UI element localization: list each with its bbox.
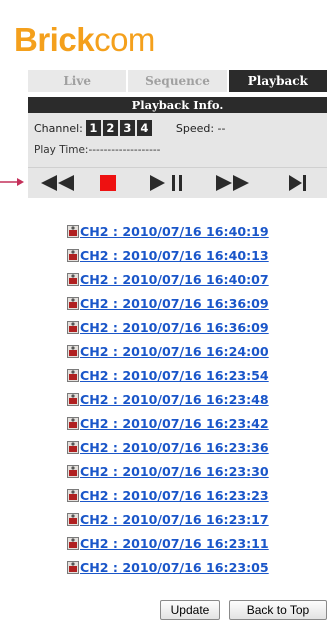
video-file-icon xyxy=(67,464,79,478)
video-file-icon xyxy=(67,440,79,454)
video-file-icon xyxy=(67,224,79,238)
video-file-icon xyxy=(67,536,79,550)
recording-link[interactable]: CH2 : 2010/07/16 16:23:11 xyxy=(80,536,269,551)
channel-1-button[interactable]: 1 xyxy=(85,120,101,136)
list-item: CH2 : 2010/07/16 16:23:42 xyxy=(67,414,269,432)
video-file-icon xyxy=(67,344,79,358)
list-item: CH2 : 2010/07/16 16:23:36 xyxy=(67,438,269,456)
logo-part-bold: Brick xyxy=(14,21,95,58)
list-item: CH2 : 2010/07/16 16:23:54 xyxy=(67,366,269,384)
video-file-icon xyxy=(67,560,79,574)
fast-forward-icon xyxy=(216,175,249,191)
list-item: CH2 : 2010/07/16 16:40:07 xyxy=(67,270,269,288)
channel-row: Channel: 1 2 3 4 Speed: -- xyxy=(34,118,226,138)
list-item: CH2 : 2010/07/16 16:23:48 xyxy=(67,390,269,408)
tab-playback[interactable]: Playback xyxy=(228,70,327,92)
recording-link[interactable]: CH2 : 2010/07/16 16:40:13 xyxy=(80,248,269,263)
update-button[interactable]: Update xyxy=(160,600,220,620)
list-item: CH2 : 2010/07/16 16:23:05 xyxy=(67,558,269,576)
list-item: CH2 : 2010/07/16 16:23:11 xyxy=(67,534,269,552)
list-item: CH2 : 2010/07/16 16:36:09 xyxy=(67,318,269,336)
recording-link[interactable]: CH2 : 2010/07/16 16:23:48 xyxy=(80,392,269,407)
video-file-icon xyxy=(67,272,79,286)
video-file-icon xyxy=(67,296,79,310)
recording-link[interactable]: CH2 : 2010/07/16 16:23:30 xyxy=(80,464,269,479)
list-item: CH2 : 2010/07/16 16:24:00 xyxy=(67,342,269,360)
play-pause-button[interactable] xyxy=(146,168,190,198)
list-item: CH2 : 2010/07/16 16:23:17 xyxy=(67,510,269,528)
recording-link[interactable]: CH2 : 2010/07/16 16:40:19 xyxy=(80,224,269,239)
playback-controls xyxy=(28,167,327,198)
speed-readout: Speed: -- xyxy=(175,121,226,135)
recording-link[interactable]: CH2 : 2010/07/16 16:23:36 xyxy=(80,440,269,455)
channel-2-button[interactable]: 2 xyxy=(102,120,118,136)
tab-live[interactable]: Live xyxy=(28,70,129,92)
playback-info-panel: Channel: 1 2 3 4 Speed: -- Play Time:---… xyxy=(28,113,327,167)
play-time-readout: Play Time:------------------- xyxy=(34,144,161,156)
video-file-icon xyxy=(67,320,79,334)
video-file-icon xyxy=(67,512,79,526)
video-file-icon xyxy=(67,392,79,406)
rewind-icon xyxy=(41,175,74,191)
list-item: CH2 : 2010/07/16 16:36:09 xyxy=(67,294,269,312)
video-file-icon xyxy=(67,488,79,502)
recording-link[interactable]: CH2 : 2010/07/16 16:23:42 xyxy=(80,416,269,431)
channel-4-button[interactable]: 4 xyxy=(136,120,152,136)
tab-sequence[interactable]: Sequence xyxy=(128,70,229,92)
list-item: CH2 : 2010/07/16 16:40:13 xyxy=(67,246,269,264)
recording-link[interactable]: CH2 : 2010/07/16 16:23:54 xyxy=(80,368,269,383)
video-file-icon xyxy=(67,416,79,430)
video-file-icon xyxy=(67,368,79,382)
recording-link[interactable]: CH2 : 2010/07/16 16:23:23 xyxy=(80,488,269,503)
next-frame-button[interactable] xyxy=(283,168,313,198)
recording-link[interactable]: CH2 : 2010/07/16 16:36:09 xyxy=(80,320,269,335)
playback-info-title: Playback Info. xyxy=(28,97,327,113)
pointer-arrow-icon xyxy=(0,178,24,186)
recording-link[interactable]: CH2 : 2010/07/16 16:24:00 xyxy=(80,344,269,359)
logo-part-light: com xyxy=(94,21,155,58)
recording-link[interactable]: CH2 : 2010/07/16 16:40:07 xyxy=(80,272,269,287)
next-frame-icon xyxy=(289,175,306,191)
rewind-button[interactable] xyxy=(38,168,78,198)
list-item: CH2 : 2010/07/16 16:23:23 xyxy=(67,486,269,504)
play-pause-icon xyxy=(150,175,182,191)
fast-forward-button[interactable] xyxy=(211,168,255,198)
view-tabs: Live Sequence Playback xyxy=(28,70,327,92)
stop-icon xyxy=(100,175,116,191)
recording-link[interactable]: CH2 : 2010/07/16 16:23:17 xyxy=(80,512,269,527)
channel-3-button[interactable]: 3 xyxy=(119,120,135,136)
brickcom-logo: Brickcom xyxy=(14,20,155,60)
recording-link[interactable]: CH2 : 2010/07/16 16:36:09 xyxy=(80,296,269,311)
list-item: CH2 : 2010/07/16 16:40:19 xyxy=(67,222,269,240)
back-to-top-button[interactable]: Back to Top xyxy=(229,600,327,620)
stop-button[interactable] xyxy=(93,168,123,198)
list-item: CH2 : 2010/07/16 16:23:30 xyxy=(67,462,269,480)
channel-label: Channel: xyxy=(34,121,83,135)
video-file-icon xyxy=(67,248,79,262)
recording-link[interactable]: CH2 : 2010/07/16 16:23:05 xyxy=(80,560,269,575)
